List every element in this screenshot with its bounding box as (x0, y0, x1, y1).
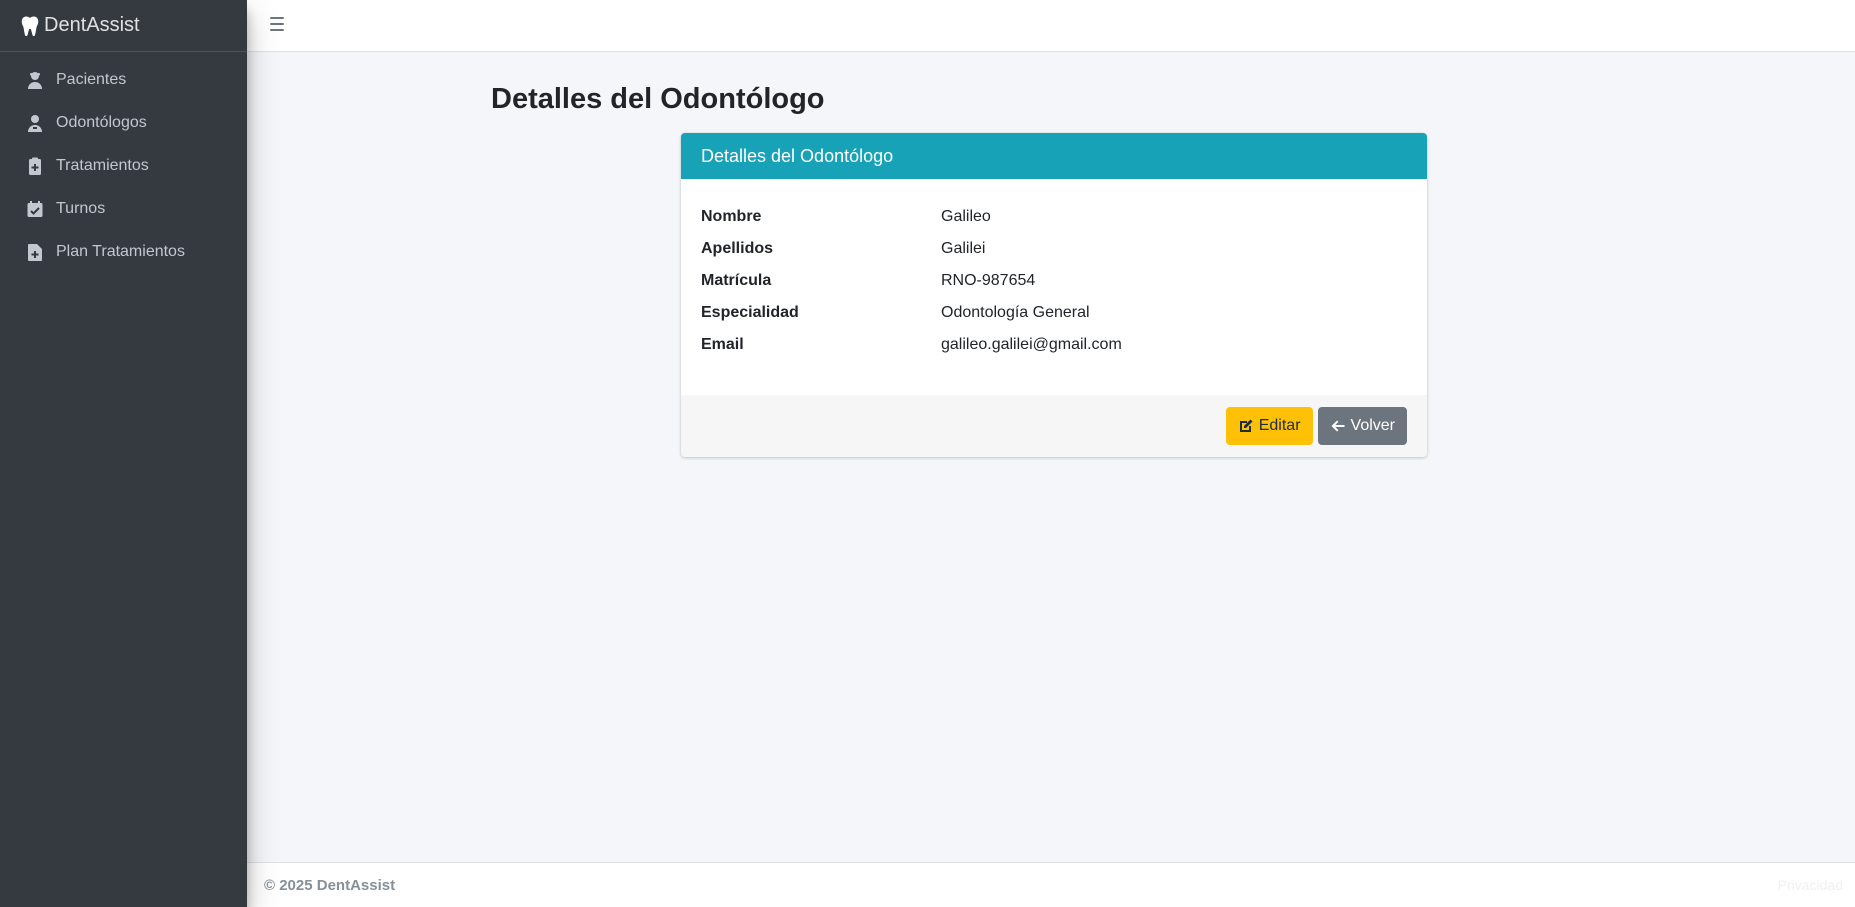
brand-link[interactable]: DentAssist (0, 0, 247, 52)
sidebar-item-odontologos[interactable]: Odontólogos (0, 101, 247, 144)
detail-value: galileo.galilei@gmail.com (941, 336, 1122, 353)
detail-label: Email (701, 336, 744, 353)
menu-toggle-icon[interactable] (270, 14, 290, 34)
sidebar-nav: Pacientes Odontólogos Tratamientos Turno… (0, 52, 247, 273)
sidebar-item-pacientes[interactable]: Pacientes (0, 58, 247, 101)
sidebar-item-label: Odontólogos (56, 113, 147, 131)
detail-value: RNO-987654 (941, 272, 1036, 289)
detail-row-email: Email galileo.galilei@gmail.com (701, 329, 1407, 361)
detail-value: Odontología General (941, 304, 1090, 321)
sidebar: DentAssist Pacientes Odontólogos Tratami… (0, 0, 247, 907)
detail-row-especialidad: Especialidad Odontología General (701, 297, 1407, 329)
edit-icon (1239, 419, 1253, 432)
card-footer: Editar Volver (681, 395, 1427, 457)
file-medical-icon (26, 243, 44, 261)
page-footer: © 2025 DentAssist Privacidad (247, 862, 1855, 907)
edit-button-label: Editar (1258, 417, 1301, 434)
detail-value: Galileo (941, 208, 991, 225)
edit-button[interactable]: Editar (1225, 407, 1313, 445)
arrow-left-icon (1331, 420, 1345, 432)
dentist-details-card: Detalles del Odontólogo Nombre Galileo A… (681, 133, 1427, 457)
detail-row-matricula: Matrícula RNO-987654 (701, 265, 1407, 297)
page-title: Detalles del Odontólogo (491, 83, 825, 115)
sidebar-item-label: Pacientes (56, 70, 127, 88)
user-md-icon (26, 114, 44, 132)
sidebar-item-label: Plan Tratamientos (56, 242, 185, 260)
sidebar-item-label: Turnos (56, 199, 106, 217)
calendar-check-icon (26, 200, 44, 218)
detail-label: Matrícula (701, 272, 772, 289)
back-button[interactable]: Volver (1317, 407, 1407, 445)
brand-text: DentAssist (44, 14, 140, 36)
clipboard-medical-icon (26, 157, 44, 175)
card-header: Detalles del Odontólogo (681, 133, 1427, 179)
top-navbar (247, 0, 1855, 52)
sidebar-item-turnos[interactable]: Turnos (0, 187, 247, 230)
sidebar-item-tratamientos[interactable]: Tratamientos (0, 144, 247, 187)
detail-label: Apellidos (701, 240, 774, 257)
back-button-label: Volver (1350, 417, 1395, 434)
footer-copyright: © 2025 DentAssist (264, 876, 396, 894)
sidebar-item-label: Tratamientos (56, 156, 149, 174)
detail-row-nombre: Nombre Galileo (701, 201, 1407, 233)
footer-right-text: Privacidad (1777, 877, 1843, 893)
detail-row-apellidos: Apellidos Galilei (701, 233, 1407, 265)
content-wrapper: Detalles del Odontólogo Detalles del Odo… (247, 52, 1855, 862)
user-doctor-icon (26, 71, 44, 89)
detail-value: Galilei (941, 240, 986, 257)
detail-label: Especialidad (701, 304, 799, 321)
tooth-icon (21, 16, 39, 36)
card-body: Nombre Galileo Apellidos Galilei Matrícu… (681, 179, 1427, 395)
detail-label: Nombre (701, 208, 762, 225)
sidebar-item-plan-tratamientos[interactable]: Plan Tratamientos (0, 230, 247, 273)
